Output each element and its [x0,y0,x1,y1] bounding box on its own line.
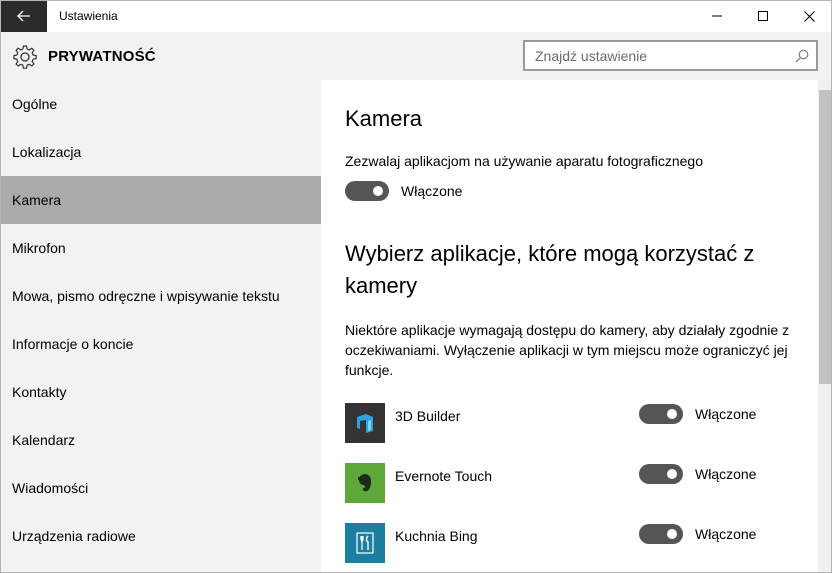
page-header: PRYWATNOŚĆ Znajdź ustawienie [0,32,832,80]
app-row-3d-builder: 3D Builder Włączone [345,403,805,447]
back-button[interactable] [0,0,47,32]
fork-knife-icon [345,523,385,563]
sidebar: Ogólne Lokalizacja Kamera Mikrofon Mowa,… [0,80,321,573]
sidebar-item-kontakty[interactable]: Kontakty [0,368,321,416]
window-title: Ustawienia [59,9,118,23]
app-toggle-evernote[interactable] [639,464,683,484]
sidebar-item-ogolne[interactable]: Ogólne [0,80,321,128]
3d-builder-icon [345,403,385,443]
main-content: Kamera Zezwalaj aplikacjom na używanie a… [321,80,818,573]
scrollbar[interactable] [818,80,832,573]
sidebar-item-label: Mikrofon [12,240,66,256]
sidebar-item-lokalizacja[interactable]: Lokalizacja [0,128,321,176]
sidebar-item-label: Lokalizacja [12,144,82,160]
section-title: PRYWATNOŚĆ [48,48,156,65]
sidebar-item-kamera[interactable]: Kamera [0,176,321,224]
sidebar-item-label: Kamera [12,192,62,208]
app-name: Kuchnia Bing [395,528,478,544]
sidebar-item-label: Kontakty [12,384,67,400]
sidebar-item-label: Wiadomości [12,480,89,496]
minimize-button[interactable] [694,0,740,32]
search-placeholder: Znajdź ustawienie [535,48,648,64]
sidebar-item-label: Informacje o koncie [12,336,134,352]
scrollbar-thumb[interactable] [819,90,831,384]
search-input[interactable]: Znajdź ustawienie [523,40,818,71]
app-row-kuchnia-bing: Kuchnia Bing Włączone [345,523,805,567]
sidebar-item-label: Urządzenia radiowe [12,528,136,544]
app-name: 3D Builder [395,408,461,424]
app-toggle-state: Włączone [695,526,757,542]
allow-camera-label: Zezwalaj aplikacjom na używanie aparatu … [345,153,703,169]
maximize-button[interactable] [740,0,786,32]
app-toggle-state: Włączone [695,466,757,482]
sidebar-item-label: Kalendarz [12,432,76,448]
sidebar-item-urzadzenia-radiowe[interactable]: Urządzenia radiowe [0,512,321,560]
allow-camera-toggle-state: Włączone [401,183,463,199]
evernote-icon [345,463,385,503]
back-arrow-icon [16,10,30,22]
page-title: Kamera [345,106,423,131]
app-toggle-kuchnia-bing[interactable] [639,524,683,544]
close-icon [803,10,815,22]
sidebar-item-label: Mowa, pismo odręczne i wpisywanie tekstu [12,288,280,304]
title-bar: Ustawienia [0,0,832,32]
app-toggle-state: Włączone [695,406,757,422]
app-row-evernote: Evernote Touch Włączone [345,463,805,507]
minimize-icon [712,15,722,17]
sidebar-item-mikrofon[interactable]: Mikrofon [0,224,321,272]
apps-heading: Wybierz aplikacje, które mogą korzystać … [345,241,755,298]
close-button[interactable] [786,0,832,32]
app-toggle-3d-builder[interactable] [639,404,683,424]
allow-camera-toggle[interactable] [345,181,389,201]
sidebar-item-label: Ogólne [12,96,58,112]
sidebar-item-kalendarz[interactable]: Kalendarz [0,416,321,464]
gear-icon [13,45,37,69]
sidebar-item-mowa[interactable]: Mowa, pismo odręczne i wpisywanie tekstu [0,272,321,320]
search-icon[interactable] [795,49,809,63]
app-name: Evernote Touch [395,468,493,484]
sidebar-item-informacje-o-koncie[interactable]: Informacje o koncie [0,320,321,368]
apps-description: Niektóre aplikacje wymagają dostępu do k… [345,322,790,378]
sidebar-item-wiadomosci[interactable]: Wiadomości [0,464,321,512]
maximize-icon [758,11,768,21]
